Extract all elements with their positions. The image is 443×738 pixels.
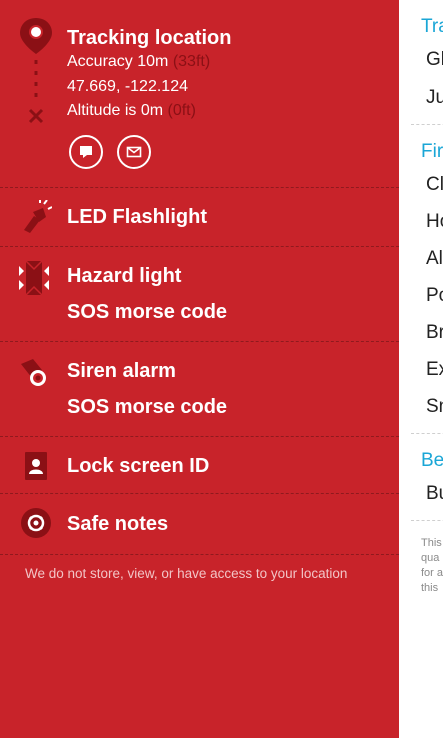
list-item[interactable]: Al [426,248,443,270]
description-line: this [421,582,439,594]
mail-icon [126,146,142,158]
accuracy-text: Accuracy 10m (33ft) [67,53,210,71]
chat-icon [80,146,92,158]
siren-alarm-item[interactable]: Siren alarm [67,360,176,383]
list-item[interactable]: Ju [426,87,443,109]
accuracy-feet: (33ft) [172,53,211,70]
divider [0,341,399,342]
divider [411,124,443,125]
list-item[interactable]: Bu [426,483,443,505]
lock-screen-id-icon [25,452,47,485]
reference-panel: Tra Gl Ju Fir Cl Ho Al Po Br Ex Sn Be Bu… [399,0,443,738]
safe-notes-item[interactable]: Safe notes [67,513,168,536]
hazard-sos-item[interactable]: SOS morse code [67,301,227,324]
accuracy-meters: Accuracy 10m [67,53,169,70]
email-button[interactable] [117,135,151,169]
divider [0,493,399,494]
list-item[interactable]: Po [426,285,443,307]
map-pin-icon [18,16,54,131]
altitude-meters: Altitude is 0m [67,102,164,119]
description-line: qua [421,552,440,564]
safe-icon [21,508,51,543]
message-button[interactable] [69,135,103,169]
section-heading: Fir [421,141,443,162]
list-item[interactable]: Ex [426,359,443,381]
privacy-note: We do not store, view, or have access to… [25,566,348,581]
siren-sos-item[interactable]: SOS morse code [67,396,227,419]
altitude-feet: (0ft) [167,102,196,119]
siren-icon [20,356,50,393]
description-line: This [421,537,442,549]
divider [0,187,399,188]
list-item[interactable]: Ho [426,211,443,233]
list-item[interactable]: Gl [426,49,443,71]
divider [0,246,399,247]
tracking-location-title[interactable]: Tracking location [67,27,231,50]
section-heading: Tra [421,16,443,37]
list-item[interactable]: Sn [426,396,443,418]
altitude-text: Altitude is 0m (0ft) [67,102,196,120]
list-item[interactable]: Br [426,322,443,344]
divider [411,433,443,434]
list-item[interactable]: Cl [426,174,443,196]
tools-panel: Tracking location Accuracy 10m (33ft) 47… [0,0,399,738]
led-flashlight-item[interactable]: LED Flashlight [67,206,207,229]
divider [0,436,399,437]
hazard-light-item[interactable]: Hazard light [67,265,181,288]
description-line: for a [421,567,443,579]
divider [411,520,443,521]
lock-screen-id-item[interactable]: Lock screen ID [67,455,209,478]
coordinates-text: 47.669, -122.124 [67,78,188,95]
flashlight-icon [20,199,53,239]
section-heading: Be [421,450,443,471]
divider [0,554,399,555]
hazard-light-icon [17,260,51,300]
